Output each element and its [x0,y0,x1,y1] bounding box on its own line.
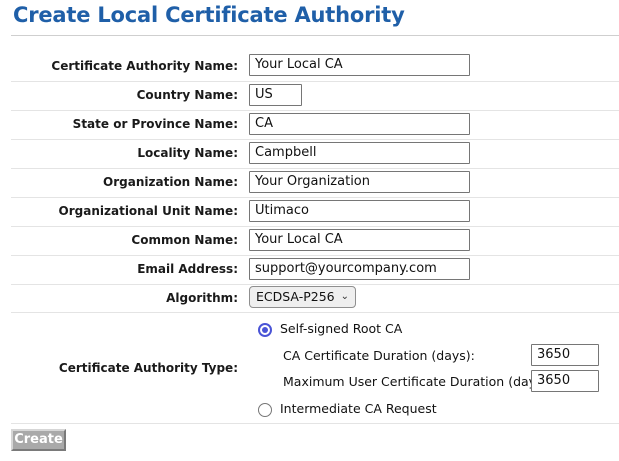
state-label: State or Province Name: [72,117,238,131]
ca-duration-label: CA Certificate Duration (days): [283,348,475,363]
row-divider [11,110,619,111]
row-divider [11,226,619,227]
algorithm-label: Algorithm: [166,291,238,305]
intermediate-ca-radio[interactable] [258,403,272,417]
algorithm-selected-value: ECDSA-P256 [256,289,335,304]
common-name-field[interactable]: Your Local CA [249,229,470,251]
max-user-duration-field[interactable]: 3650 [531,370,599,392]
org-unit-field[interactable]: Utimaco [249,200,470,222]
row-divider [11,312,619,313]
row-divider [11,255,619,256]
row-divider [11,139,619,140]
intermediate-ca-label[interactable]: Intermediate CA Request [280,401,437,416]
self-signed-label[interactable]: Self-signed Root CA [280,321,402,336]
row-divider [11,168,619,169]
locality-field[interactable]: Campbell [249,142,470,164]
organization-field[interactable]: Your Organization [249,171,470,193]
email-field[interactable]: support@yourcompany.com [249,258,470,280]
ca-name-label: Certificate Authority Name: [51,59,238,73]
state-field[interactable]: CA [249,113,470,135]
organization-label: Organization Name: [103,175,238,189]
org-unit-label: Organizational Unit Name: [58,204,238,218]
row-divider [11,81,619,82]
locality-label: Locality Name: [137,146,238,160]
page-title: Create Local Certificate Authority [13,3,405,27]
ca-duration-field[interactable]: 3650 [531,344,599,366]
email-label: Email Address: [137,262,238,276]
country-name-label: Country Name: [136,88,238,102]
chevron-down-icon: ⌄ [340,291,349,302]
row-divider [11,197,619,198]
country-name-field[interactable]: US [249,84,302,106]
row-divider [11,284,619,285]
create-button[interactable]: Create [11,429,66,451]
self-signed-radio[interactable] [258,323,272,337]
algorithm-select[interactable]: ECDSA-P256 ⌄ [249,286,356,308]
max-user-duration-label: Maximum User Certificate Duration (days)… [283,374,552,389]
row-divider [11,423,619,424]
ca-name-field[interactable]: Your Local CA [249,54,470,76]
common-name-label: Common Name: [131,233,238,247]
title-divider [11,35,619,36]
ca-type-label: Certificate Authority Type: [58,361,238,375]
